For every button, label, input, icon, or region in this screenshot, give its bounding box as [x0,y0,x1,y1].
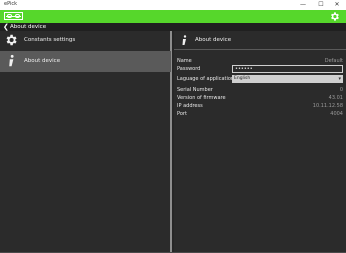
name-label: Name [177,58,192,64]
port-label: Port [177,111,187,117]
name-value[interactable]: Default [325,57,343,65]
gear-icon [6,34,17,46]
port-value[interactable]: 4004 [330,110,343,118]
content-area: Constants settings About device About de… [0,31,346,253]
breadcrumb: ❮ About device [0,23,346,31]
divider [0,71,171,72]
app-window: ePick — ☐ ✕ ❮ About device Constants set… [0,0,346,253]
name-row: Name Default [177,57,343,65]
info-icon [9,54,14,67]
password-label: Password [177,66,201,72]
ip-row: IP address 10.11.12.58 [177,102,343,110]
window-titlebar: ePick — ☐ ✕ [0,0,346,10]
firmware-label: Version of firmware [177,95,226,101]
close-button[interactable]: ✕ [330,0,344,10]
sidebar-item-constants-settings[interactable]: Constants settings [0,31,171,50]
ip-value[interactable]: 10.11.12.58 [313,102,343,110]
panel-title: About device [195,37,232,43]
port-row: Port 4004 [177,110,343,118]
password-row: Password •••••• [177,65,343,73]
window-title: ePick [4,1,18,7]
info-icon [182,35,187,45]
sidebar-item-label: About device [24,58,61,64]
app-header [0,10,346,23]
language-select[interactable]: English ▾ [232,75,343,83]
firmware-value: 43.01 [328,95,343,101]
sidebar: Constants settings About device [0,31,172,252]
password-field[interactable]: •••••• [232,65,343,73]
serial-value: 0 [339,87,343,93]
maximize-button[interactable]: ☐ [314,0,328,10]
serial-row: Serial Number 0 [177,86,343,94]
language-row: Laguage of application English ▾ [177,75,343,83]
panel-header: About device [174,31,346,50]
about-device-panel: About device Name Default Password •••••… [174,31,346,252]
device-logo-icon [4,12,23,20]
minimize-button[interactable]: — [296,0,310,10]
language-select-value: English [234,76,251,81]
gear-icon[interactable] [329,11,340,22]
sidebar-item-about-device[interactable]: About device [0,52,171,71]
serial-label: Serial Number [177,87,213,93]
language-label: Laguage of application [177,76,235,82]
firmware-row: Version of firmware 43.01 [177,94,343,102]
page-title: About device [10,24,47,30]
back-arrow-icon[interactable]: ❮ [3,23,9,31]
ip-label: IP address [177,103,203,109]
sidebar-item-label: Constants settings [24,37,76,43]
chevron-down-icon: ▾ [338,76,341,82]
